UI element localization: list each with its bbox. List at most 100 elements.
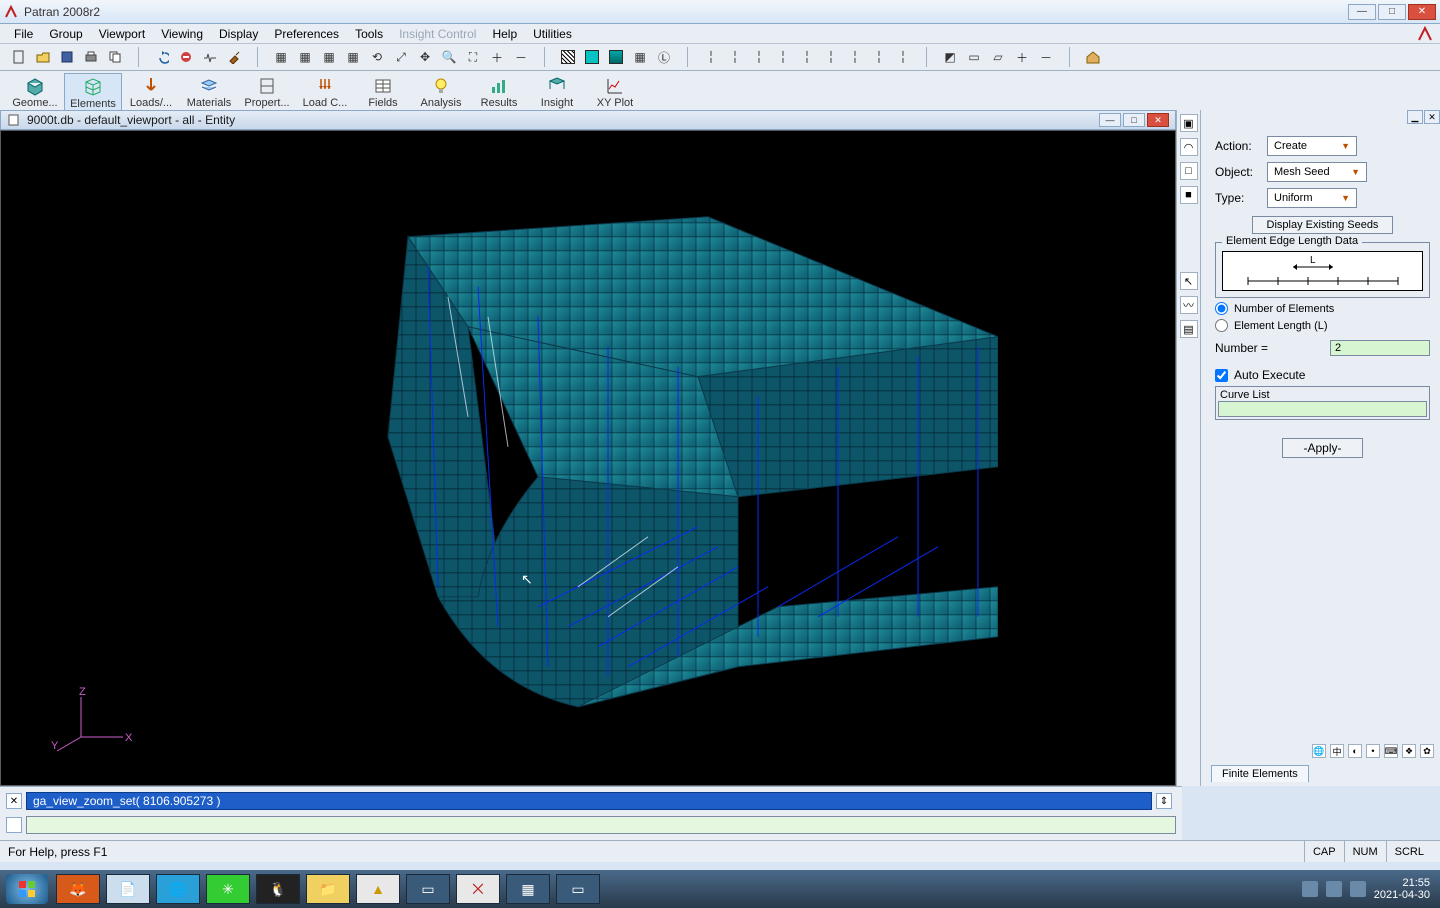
menu-tools[interactable]: Tools: [347, 27, 391, 41]
strip-panel-icon[interactable]: ▤: [1180, 320, 1198, 338]
tab-results[interactable]: Results: [470, 73, 528, 111]
strip-wave-icon[interactable]: 〰: [1180, 296, 1198, 314]
select-add-icon[interactable]: ＋: [1011, 46, 1033, 68]
menu-utilities[interactable]: Utilities: [525, 27, 580, 41]
view-top-icon[interactable]: ▦: [342, 46, 364, 68]
pick-surface-icon[interactable]: ╎: [748, 46, 770, 68]
tray-ime-icon[interactable]: 中: [1330, 744, 1344, 758]
heartbeat-icon[interactable]: [199, 46, 221, 68]
strip-arrow-icon[interactable]: ↖: [1180, 272, 1198, 290]
number-of-elements-radio[interactable]: [1215, 302, 1228, 315]
object-dropdown[interactable]: Mesh Seed▼: [1267, 162, 1367, 182]
view-iso-icon[interactable]: ▦: [270, 46, 292, 68]
tab-xy-plot[interactable]: XY Plot: [586, 73, 644, 111]
pick-solid-icon[interactable]: ╎: [772, 46, 794, 68]
undo-icon[interactable]: [151, 46, 173, 68]
panel-minimize-button[interactable]: ▁: [1407, 110, 1423, 124]
menu-group[interactable]: Group: [41, 27, 90, 41]
strip-arc-icon[interactable]: ◠: [1180, 138, 1198, 156]
type-dropdown[interactable]: Uniform▼: [1267, 188, 1357, 208]
select-sub-icon[interactable]: －: [1035, 46, 1057, 68]
rotate-xy-icon[interactable]: ⟲: [366, 46, 388, 68]
history-scroll-icon[interactable]: ⇕: [1156, 793, 1172, 809]
menu-viewport[interactable]: Viewport: [91, 27, 153, 41]
wireframe-icon[interactable]: [557, 46, 579, 68]
tray-vol-icon[interactable]: [1350, 881, 1366, 897]
pan-icon[interactable]: ✥: [414, 46, 436, 68]
print-icon[interactable]: [80, 46, 102, 68]
menu-display[interactable]: Display: [211, 27, 266, 41]
view-right-icon[interactable]: ▦: [318, 46, 340, 68]
pick-cycle-icon[interactable]: ╎: [892, 46, 914, 68]
open-file-icon[interactable]: [32, 46, 54, 68]
tray-kbd-icon[interactable]: ⌨: [1384, 744, 1398, 758]
tray-globe-icon[interactable]: 🌐: [1312, 744, 1326, 758]
select-box-icon[interactable]: ▭: [963, 46, 985, 68]
menu-corner-icon[interactable]: [1416, 25, 1434, 43]
tab-fields[interactable]: Fields: [354, 73, 412, 111]
label-toggle-icon[interactable]: Ⓛ: [653, 46, 675, 68]
new-file-icon[interactable]: [8, 46, 30, 68]
maximize-button[interactable]: □: [1378, 4, 1406, 20]
tab-loads[interactable]: Loads/...: [122, 73, 180, 111]
select-poly-icon[interactable]: ▱: [987, 46, 1009, 68]
panel-close-button[interactable]: ✕: [1424, 110, 1440, 124]
tray-punct-icon[interactable]: •: [1366, 744, 1380, 758]
tray-flag-icon[interactable]: [1302, 881, 1318, 897]
menu-preferences[interactable]: Preferences: [266, 27, 347, 41]
home-icon[interactable]: [1082, 46, 1104, 68]
tray-net-icon[interactable]: [1326, 881, 1342, 897]
pick-any-icon[interactable]: ╎: [844, 46, 866, 68]
zoom-in-icon[interactable]: ＋: [486, 46, 508, 68]
pick-point-icon[interactable]: ╎: [700, 46, 722, 68]
menu-file[interactable]: File: [6, 27, 41, 41]
apply-button[interactable]: -Apply-: [1282, 438, 1362, 458]
rotate-model-icon[interactable]: ⤢: [390, 46, 412, 68]
shaded-icon[interactable]: [605, 46, 627, 68]
minimize-button[interactable]: —: [1348, 4, 1376, 20]
tray-gear-icon[interactable]: ✿: [1420, 744, 1434, 758]
pick-curve-icon[interactable]: ╎: [724, 46, 746, 68]
menu-help[interactable]: Help: [484, 27, 525, 41]
view-front-icon[interactable]: ▦: [294, 46, 316, 68]
tab-materials[interactable]: Materials: [180, 73, 238, 111]
viewport-maximize-button[interactable]: □: [1123, 113, 1145, 127]
curve-list-input[interactable]: [1218, 401, 1427, 417]
tab-load-cases[interactable]: Load C...: [296, 73, 354, 111]
viewport-close-button[interactable]: ✕: [1147, 113, 1169, 127]
panel-footer-tab[interactable]: Finite Elements: [1211, 765, 1309, 782]
menu-viewing[interactable]: Viewing: [153, 27, 211, 41]
system-tray[interactable]: 21:55 2021-04-30: [1302, 877, 1434, 901]
hidden-line-icon[interactable]: [581, 46, 603, 68]
pick-toggle-icon[interactable]: ╎: [868, 46, 890, 68]
command-history-line[interactable]: [26, 792, 1152, 810]
tab-analysis[interactable]: Analysis: [412, 73, 470, 111]
viewport-3d[interactable]: Z X Y ↖: [0, 130, 1176, 786]
save-icon[interactable]: [56, 46, 78, 68]
tab-geometry[interactable]: Geome...: [6, 73, 64, 111]
auto-execute-checkbox[interactable]: [1215, 369, 1228, 382]
tab-elements[interactable]: Elements: [64, 73, 122, 113]
tab-insight[interactable]: Insight: [528, 73, 586, 111]
zoom-box-icon[interactable]: 🔍: [438, 46, 460, 68]
strip-fill-icon[interactable]: ■: [1180, 186, 1198, 204]
select-vis-icon[interactable]: ◩: [939, 46, 961, 68]
abort-icon[interactable]: [175, 46, 197, 68]
pick-element-icon[interactable]: ╎: [820, 46, 842, 68]
strip-cube-icon[interactable]: ▣: [1180, 114, 1198, 132]
tray-half-icon[interactable]: ◐: [1348, 744, 1362, 758]
history-close-icon[interactable]: ✕: [6, 793, 22, 809]
action-dropdown[interactable]: Create▼: [1267, 136, 1357, 156]
fit-view-icon[interactable]: ⛶: [462, 46, 484, 68]
element-length-radio[interactable]: [1215, 319, 1228, 332]
broom-icon[interactable]: [223, 46, 245, 68]
pick-node-icon[interactable]: ╎: [796, 46, 818, 68]
tray-opt-icon[interactable]: ❖: [1402, 744, 1416, 758]
strip-box-icon[interactable]: □: [1180, 162, 1198, 180]
zoom-out-icon[interactable]: －: [510, 46, 532, 68]
smooth-shaded-icon[interactable]: ▦: [629, 46, 651, 68]
command-input[interactable]: [26, 816, 1176, 834]
viewport-minimize-button[interactable]: —: [1099, 113, 1121, 127]
menu-insight-control[interactable]: Insight Control: [391, 27, 484, 41]
number-input[interactable]: [1330, 340, 1430, 356]
